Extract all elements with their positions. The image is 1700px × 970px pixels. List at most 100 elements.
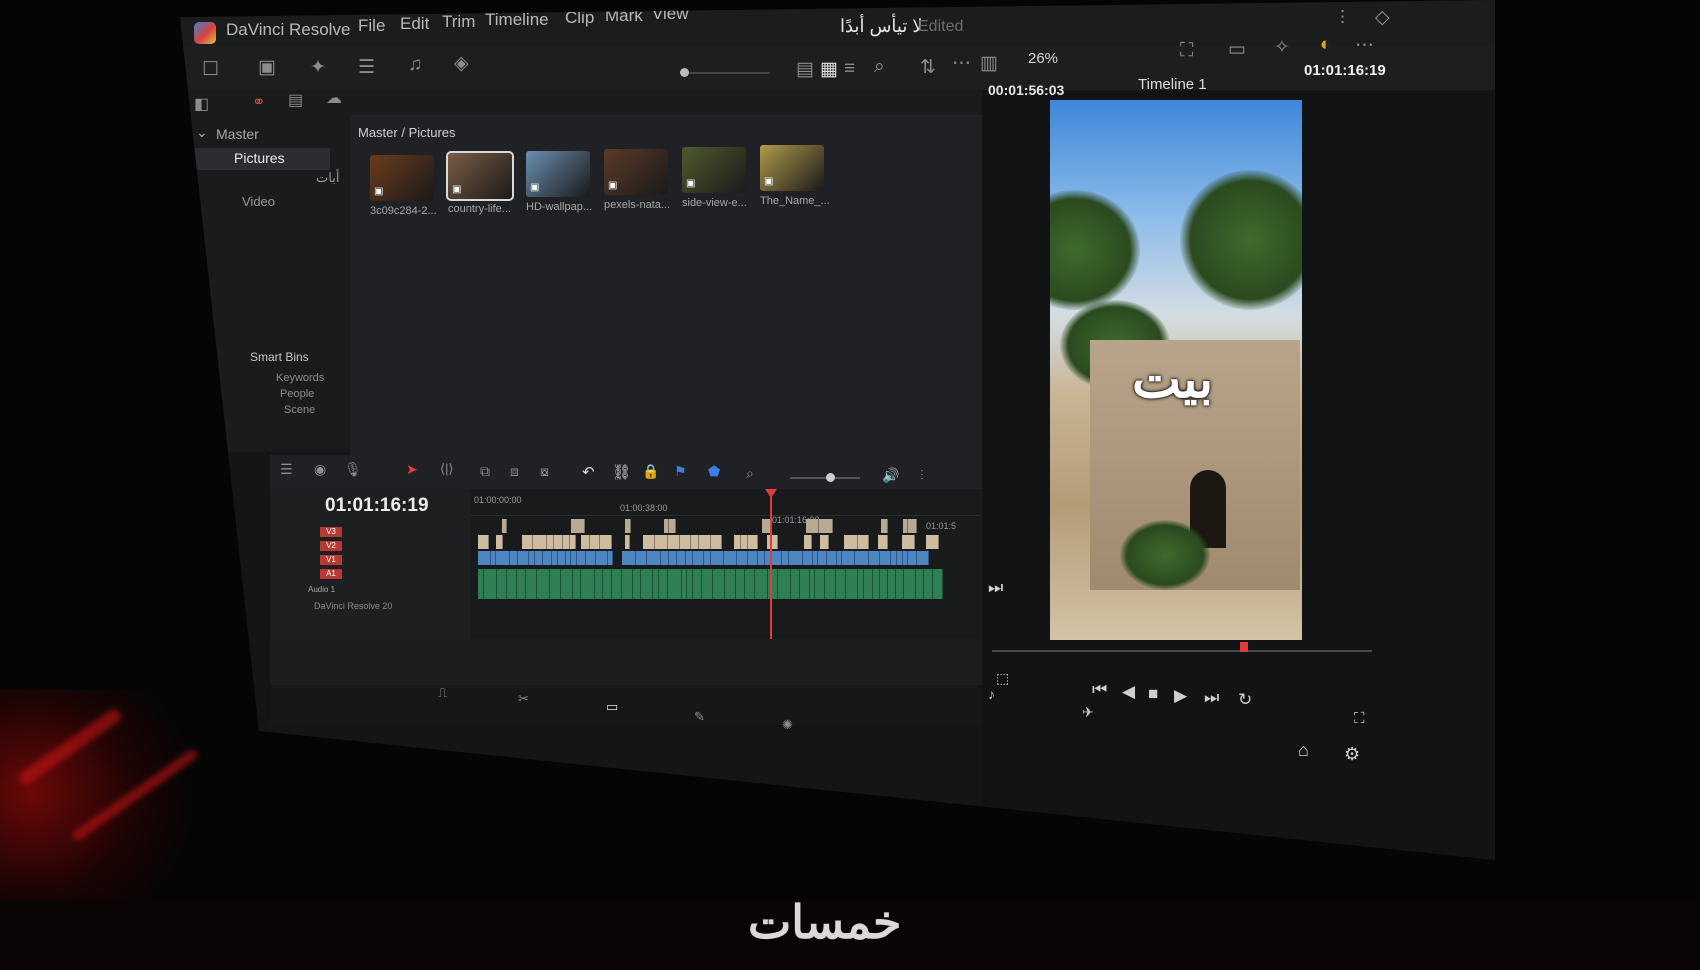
timeline-clip[interactable]	[869, 551, 880, 565]
voiceover-icon[interactable]: 🎙	[344, 461, 362, 478]
menu-file[interactable]: File	[358, 16, 385, 36]
bin-video[interactable]: Video	[242, 194, 275, 209]
timeline-clip[interactable]	[554, 535, 563, 549]
lock-icon[interactable]: 🔒	[642, 463, 659, 480]
bin-master[interactable]: Master	[216, 126, 259, 142]
menu-clip[interactable]: Clip	[565, 8, 594, 28]
timeline-clip[interactable]	[873, 569, 880, 599]
timeline-clip[interactable]	[827, 551, 837, 565]
timeline-clip[interactable]	[702, 569, 713, 599]
volume-icon[interactable]: 🔊	[882, 467, 899, 484]
timeline-clip[interactable]	[778, 569, 791, 599]
stop-icon[interactable]: ■	[1148, 684, 1158, 704]
menu-timeline[interactable]: Timeline	[485, 10, 549, 30]
effects-icon[interactable]: ✦	[310, 56, 326, 79]
replace-clip-icon[interactable]: ⧇	[540, 463, 549, 480]
timeline-clip[interactable]	[570, 535, 576, 549]
page-fusion-icon[interactable]: ✎	[694, 709, 705, 725]
next-frame-icon[interactable]: ⏭	[988, 578, 1003, 598]
cloud-icon[interactable]: ☁	[326, 88, 342, 108]
menu-trim[interactable]: Trim	[442, 12, 475, 32]
inspector-icon[interactable]: ◈	[454, 52, 469, 75]
chevron-down-icon[interactable]: ⌄	[196, 124, 208, 141]
media-pool-toggle-icon[interactable]: ☐	[202, 58, 219, 81]
timeline-clip[interactable]	[571, 519, 585, 533]
menu-mark[interactable]: Mark	[605, 6, 643, 26]
timeline-clip[interactable]	[484, 569, 497, 599]
timeline-clip[interactable]	[926, 535, 939, 549]
fullscreen-icon[interactable]: ⛶	[1354, 710, 1365, 727]
sort-icon[interactable]: ⇅	[920, 56, 936, 79]
timeline-clip[interactable]	[748, 551, 758, 565]
timeline-clip[interactable]	[547, 535, 554, 549]
marker-icon[interactable]: ⬟	[708, 463, 720, 480]
timeline-clip[interactable]	[655, 535, 668, 549]
timeline-clip[interactable]	[917, 551, 929, 565]
timeline-zoom-slider[interactable]	[790, 473, 860, 482]
timeline-clip[interactable]	[789, 551, 803, 565]
safe-area-icon[interactable]: ⛶	[1180, 40, 1193, 62]
media-clip[interactable]: ▣ 3c09c284-2...	[370, 155, 442, 217]
timeline-clip[interactable]	[622, 569, 633, 599]
color-icon[interactable]: ◐	[1320, 34, 1331, 56]
timeline-clip[interactable]	[745, 569, 755, 599]
timeline-clip[interactable]	[497, 569, 507, 599]
mixer-icon[interactable]: ⫶	[1340, 8, 1345, 30]
timeline-clip[interactable]	[699, 535, 711, 549]
view-options-icon[interactable]: ◉	[314, 461, 326, 478]
timeline-clip[interactable]	[748, 535, 758, 549]
timeline-clip[interactable]	[561, 569, 573, 599]
timeline-clip[interactable]	[661, 551, 669, 565]
timeline-clip[interactable]	[737, 551, 748, 565]
timeline-clip[interactable]	[916, 569, 924, 599]
timeline-clip[interactable]	[704, 551, 711, 565]
menu-view[interactable]: View	[652, 4, 689, 24]
timeline-clip[interactable]	[478, 551, 491, 565]
timeline-clip[interactable]	[518, 551, 529, 565]
timeline-clip[interactable]	[782, 551, 789, 565]
timeline-clip[interactable]	[669, 551, 677, 565]
settings-gear-icon[interactable]: ⚙	[1344, 744, 1360, 765]
timeline-clip[interactable]	[711, 551, 724, 565]
thumbnail-size-slider[interactable]	[680, 68, 770, 77]
deliver-icon[interactable]: ✈	[1082, 704, 1094, 721]
timeline-clip[interactable]	[693, 551, 704, 565]
timeline-clip[interactable]	[881, 519, 888, 533]
selection-tool-icon[interactable]: ➤	[406, 461, 418, 478]
timeline-clip[interactable]	[855, 551, 869, 565]
timeline-clip[interactable]	[537, 569, 550, 599]
media-clip[interactable]: ▣ HD-wallpap...	[526, 151, 598, 213]
media-clip[interactable]: ▣ The_Name_...	[760, 145, 832, 207]
timeline-clip[interactable]	[507, 569, 517, 599]
viewer-layout-icon[interactable]: ▥	[980, 52, 998, 75]
hd-icon[interactable]: ▭	[1228, 38, 1246, 61]
timeline-clip[interactable]	[771, 551, 782, 565]
timeline-selector[interactable]: Timeline 1	[1138, 76, 1207, 93]
timeline-clip[interactable]	[693, 569, 702, 599]
timeline-clip[interactable]	[908, 519, 917, 533]
timeline-clip[interactable]	[734, 535, 741, 549]
timeline-clip[interactable]	[603, 569, 612, 599]
timeline-clip[interactable]	[496, 535, 503, 549]
timeline-clip[interactable]	[825, 569, 836, 599]
grid-view-icon[interactable]: ▦	[820, 58, 838, 81]
timeline-tracks[interactable]: 01:00:00:00 01:00:38:00 01:01:16:00 01:0…	[470, 489, 980, 639]
timeline-clip[interactable]	[543, 551, 552, 565]
track-v1[interactable]: V1	[320, 555, 342, 565]
playhead[interactable]	[765, 489, 777, 639]
zoom-mode-icon[interactable]: ⌕	[746, 465, 754, 482]
more-options-icon[interactable]: ⋯	[952, 52, 971, 75]
timeline-clip[interactable]	[668, 569, 682, 599]
timeline-clip[interactable]	[691, 535, 699, 549]
timeline-clip[interactable]	[612, 569, 622, 599]
timeline-clip[interactable]	[573, 569, 581, 599]
unlink-icon[interactable]: ⚭	[252, 92, 265, 112]
timeline-clip[interactable]	[533, 535, 547, 549]
index-icon[interactable]: ☰	[358, 56, 375, 79]
flag-icon[interactable]: ⚑	[674, 463, 687, 480]
timeline-clip[interactable]	[659, 569, 668, 599]
timeline-clip[interactable]	[550, 569, 561, 599]
timeline-clip[interactable]	[724, 551, 737, 565]
timeline-clip[interactable]	[595, 569, 603, 599]
video-preview[interactable]: بيت	[1050, 100, 1302, 640]
